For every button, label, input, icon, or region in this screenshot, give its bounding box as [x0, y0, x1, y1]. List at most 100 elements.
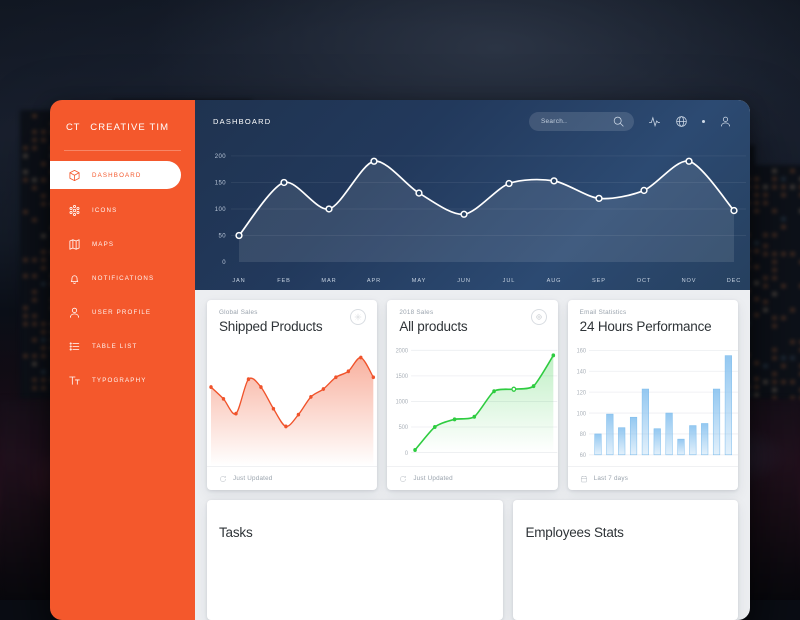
sidebar-item-table-list[interactable]: TABLE LIST: [50, 333, 195, 359]
card-header: Employees Stats: [513, 500, 738, 540]
card-header: Email Statistics 24 Hours Performance: [568, 300, 738, 334]
svg-text:SEP: SEP: [592, 278, 606, 284]
sidebar-item-icons[interactable]: ICONS: [50, 197, 195, 223]
svg-text:DEC: DEC: [727, 278, 742, 284]
pulse-icon[interactable]: [648, 115, 661, 128]
card-footer: Just Updated: [207, 466, 377, 490]
sidebar-item-label: TABLE LIST: [92, 343, 137, 350]
hero-line-chart: 0 50 100 150 200 JAN FEB MAR APR MAY JUN JUL AUG SEP O…: [195, 138, 750, 290]
hero-panel: DASHBOARD: [195, 100, 750, 290]
card-footer-label: Just Updated: [233, 475, 273, 482]
cards-row-2: Tasks Employees Stats: [207, 500, 738, 620]
calendar-icon: [580, 475, 588, 483]
brand[interactable]: CT CREATIVE TIM: [50, 114, 195, 138]
atom-icon: [68, 204, 81, 217]
refresh-icon: [399, 475, 407, 483]
sidebar-divider: [64, 150, 181, 151]
list-icon: [68, 340, 81, 353]
card-footer-label: Just Updated: [413, 475, 453, 482]
sidebar-item-label: NOTIFICATIONS: [92, 275, 154, 282]
card-shipped-products: Global Sales Shipped Products Just Updat…: [207, 300, 377, 490]
search-icon[interactable]: [612, 115, 625, 128]
card-title: Employees Stats: [525, 525, 726, 540]
sidebar-item-label: DASHBOARD: [92, 172, 142, 179]
page-title: DASHBOARD: [213, 117, 271, 126]
card-footer: Last 7 days: [568, 466, 738, 490]
cube-icon: [68, 169, 81, 182]
chevron-down-icon[interactable]: [702, 120, 705, 123]
sidebar-item-user-profile[interactable]: USER PROFILE: [50, 299, 195, 325]
svg-text:500: 500: [399, 425, 409, 431]
card-email-statistics: Email Statistics 24 Hours Performance 60…: [568, 300, 738, 490]
card-title: All products: [399, 319, 545, 334]
cards-row-1: Global Sales Shipped Products Just Updat…: [207, 300, 738, 490]
svg-text:140: 140: [576, 369, 586, 375]
svg-text:JAN: JAN: [232, 278, 245, 284]
card-title: Shipped Products: [219, 319, 365, 334]
svg-text:50: 50: [219, 234, 227, 240]
svg-text:NOV: NOV: [682, 278, 697, 284]
gear-icon[interactable]: [531, 309, 547, 325]
sidebar-item-notifications[interactable]: NOTIFICATIONS: [50, 265, 195, 291]
svg-text:2000: 2000: [396, 348, 409, 354]
svg-text:60: 60: [579, 453, 586, 459]
card-subtitle: 2018 Sales: [399, 309, 545, 316]
svg-text:JUL: JUL: [503, 278, 516, 284]
person-icon[interactable]: [719, 115, 732, 128]
card-title: Tasks: [219, 525, 491, 540]
card-footer-label: Last 7 days: [594, 475, 628, 482]
svg-text:MAR: MAR: [321, 278, 336, 284]
card-header: Global Sales Shipped Products: [207, 300, 377, 334]
svg-text:120: 120: [576, 390, 586, 396]
card-employees-stats: Employees Stats: [513, 500, 738, 620]
svg-text:160: 160: [576, 348, 586, 354]
sidebar-item-typography[interactable]: TYPOGRAPHY: [50, 367, 195, 393]
person-icon: [68, 306, 81, 319]
content-area: DASHBOARD: [195, 100, 750, 620]
svg-text:200: 200: [215, 154, 226, 160]
globe-icon[interactable]: [675, 115, 688, 128]
card-header: Tasks: [207, 500, 503, 540]
search-box[interactable]: [529, 112, 634, 131]
svg-text:150: 150: [215, 181, 226, 187]
svg-text:0: 0: [222, 260, 226, 266]
svg-text:JUN: JUN: [457, 278, 471, 284]
dashboard-window: CT CREATIVE TIM DASHBOARD ICONS MAPS NOTIFI…: [50, 100, 750, 620]
brand-name: CREATIVE TIM: [90, 122, 169, 133]
svg-text:AUG: AUG: [547, 278, 562, 284]
all-products-chart: 0 500 1000 1500 2000: [387, 334, 557, 466]
shipped-products-chart: [207, 334, 377, 466]
sidebar-nav: DASHBOARD ICONS MAPS NOTIFICATIONS USER PROF…: [50, 161, 195, 393]
svg-text:MAY: MAY: [412, 278, 426, 284]
sidebar-item-dashboard[interactable]: DASHBOARD: [50, 161, 181, 189]
map-icon: [68, 238, 81, 251]
card-all-products: 2018 Sales All products 0 500 1000 1500 2000…: [387, 300, 557, 490]
svg-text:0: 0: [405, 451, 409, 457]
card-subtitle: Email Statistics: [580, 309, 726, 316]
card-header: 2018 Sales All products: [387, 300, 557, 334]
card-tasks: Tasks: [207, 500, 503, 620]
svg-text:100: 100: [215, 207, 226, 213]
bell-icon: [68, 272, 81, 285]
refresh-icon: [219, 475, 227, 483]
brand-mark: CT: [66, 122, 80, 133]
sidebar-item-label: USER PROFILE: [92, 309, 151, 316]
svg-text:80: 80: [579, 432, 586, 438]
svg-text:1500: 1500: [396, 374, 409, 380]
cards-region: Global Sales Shipped Products Just Updat…: [195, 290, 750, 620]
search-input[interactable]: [541, 118, 604, 125]
card-footer: Just Updated: [387, 466, 557, 490]
sidebar-item-label: MAPS: [92, 241, 114, 248]
svg-text:1000: 1000: [396, 399, 409, 405]
top-bar: DASHBOARD: [195, 100, 750, 142]
svg-text:APR: APR: [367, 278, 381, 284]
svg-text:OCT: OCT: [637, 278, 652, 284]
sidebar-item-maps[interactable]: MAPS: [50, 231, 195, 257]
sidebar-item-label: ICONS: [92, 207, 117, 214]
card-subtitle: Global Sales: [219, 309, 365, 316]
svg-text:FEB: FEB: [277, 278, 291, 284]
svg-text:100: 100: [576, 411, 586, 417]
email-statistics-chart: 60 80 100 120 140 160: [568, 334, 738, 466]
sidebar: CT CREATIVE TIM DASHBOARD ICONS MAPS NOTIFI…: [50, 100, 195, 620]
typography-icon: [68, 374, 81, 387]
